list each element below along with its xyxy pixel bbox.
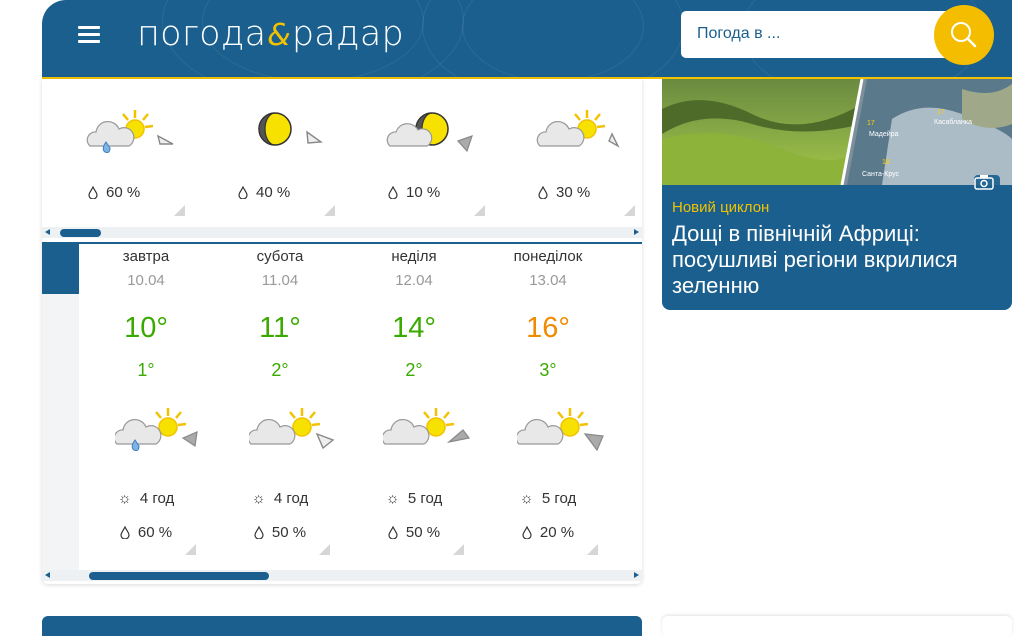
precip-probability: 50 %: [347, 524, 481, 541]
map-label: Санта-Крус: [862, 171, 900, 178]
cloud-moon-icon: [386, 112, 473, 153]
day-name: завтра: [122, 248, 170, 265]
precip-probability: 60 %: [88, 184, 140, 201]
day-column[interactable]: субота 11.04 11° 2° ☼ 4 год 50 %: [213, 244, 347, 573]
scroll-left-arrow[interactable]: [45, 229, 50, 235]
sunshine-hours: ☼ 4 год: [251, 490, 309, 507]
map-temp: 18: [882, 159, 890, 166]
day-column[interactable]: понеділок 13.04 16° 3° ☼ 5 год 20 %: [481, 244, 615, 573]
camera-icon: [974, 175, 994, 190]
map-label: Касабланка: [934, 119, 973, 126]
precip-probability: 20 %: [481, 524, 615, 541]
scroll-right-arrow[interactable]: [634, 572, 639, 578]
day-name: неділя: [391, 248, 437, 265]
temp-min: 1°: [137, 360, 155, 380]
precip-probability: 40 %: [238, 184, 290, 201]
next-side-card: [662, 616, 1012, 636]
temp-max: 14°: [392, 312, 436, 344]
sunshine-hours: ☼ 5 год: [519, 490, 577, 507]
sun-cloud-rain-icon: [86, 110, 174, 153]
news-tag: Новий циклон: [672, 199, 770, 216]
menu-icon[interactable]: [78, 26, 100, 44]
hourly-slot: 40 %: [192, 79, 335, 224]
map-label: Мадейра: [869, 131, 899, 138]
next-section-header: [42, 616, 642, 636]
sun-cloud-icon: [383, 408, 471, 445]
news-title[interactable]: Дощі в північній Африці: посушливі регіо…: [672, 221, 1007, 299]
map-temp: 17: [867, 120, 875, 127]
temp-min: 2°: [271, 360, 289, 380]
search-placeholder: Погода в ...: [697, 25, 781, 42]
day-name: понеділок: [513, 248, 583, 265]
hourly-scrollbar[interactable]: [42, 227, 642, 238]
today-header-partial: [42, 244, 79, 294]
moon-icon: [258, 112, 323, 146]
precip-probability: 60 %: [79, 524, 213, 541]
temp-min: 2°: [405, 360, 423, 380]
site-logo[interactable]: погода&радар: [137, 14, 404, 54]
sun-cloud-icon: [536, 110, 620, 148]
site-header: погода&радар Погода в ...: [42, 0, 1012, 79]
precip-probability: 30 %: [538, 184, 590, 201]
temp-max: 16°: [526, 312, 570, 344]
day-date: 13.04: [529, 272, 567, 289]
sun-cloud-icon: [249, 408, 335, 450]
sun-cloud-icon: [517, 408, 604, 452]
daily-scrollbar[interactable]: [42, 570, 642, 581]
search-button[interactable]: [934, 5, 994, 65]
temp-max: 10°: [124, 312, 168, 344]
news-image: [662, 79, 1012, 185]
day-date: 12.04: [395, 272, 433, 289]
news-card[interactable]: Касабланка Мадейра Санта-Крус 17 17 18 Н…: [662, 79, 1012, 310]
day-column[interactable]: завтра 10.04 10° 1° ☼ 4 год 60 %: [79, 244, 213, 573]
hourly-slot: 60 %: [42, 79, 185, 224]
day-date: 10.04: [127, 272, 165, 289]
temp-min: 3°: [539, 360, 557, 380]
forecast-card: 60 % 40 % 10 % 30 % завтра 10.04 10° 1° …: [42, 79, 642, 584]
search-input[interactable]: Погода в ...: [681, 11, 961, 58]
hourly-slot: 30 %: [492, 79, 635, 224]
map-temp: 17: [937, 109, 945, 116]
sun-cloud-rain-icon: [115, 408, 198, 451]
temp-max: 11°: [259, 312, 301, 344]
sunshine-hours: ☼ 4 год: [117, 490, 175, 507]
sunshine-hours: ☼ 5 год: [385, 490, 443, 507]
day-name: субота: [256, 248, 304, 265]
search-icon: [951, 22, 977, 48]
hourly-slot: 10 %: [342, 79, 485, 224]
precip-probability: 50 %: [213, 524, 347, 541]
precip-probability: 10 %: [388, 184, 440, 201]
scroll-right-arrow[interactable]: [634, 229, 639, 235]
scroll-left-arrow[interactable]: [45, 572, 50, 578]
scroll-thumb[interactable]: [89, 571, 269, 580]
day-date: 11.04: [261, 272, 299, 289]
scroll-thumb[interactable]: [60, 228, 101, 237]
day-column[interactable]: неділя 12.04 14° 2° ☼ 5 год 50 %: [347, 244, 481, 573]
